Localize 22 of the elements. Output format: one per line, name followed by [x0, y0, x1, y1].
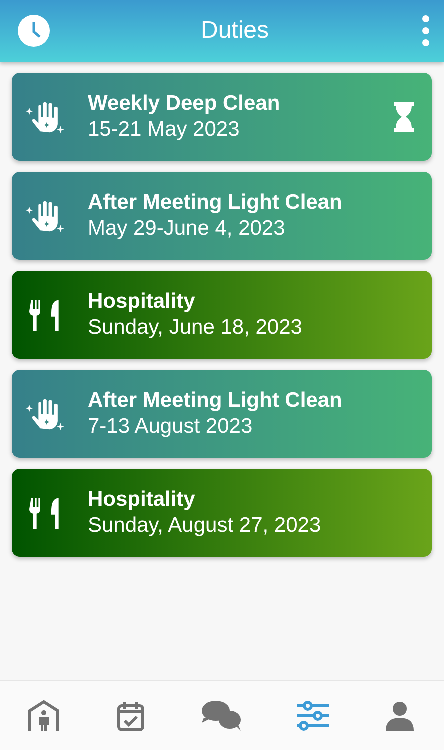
hourglass-icon	[392, 101, 416, 133]
more-vertical-icon	[420, 15, 432, 47]
more-menu-button[interactable]	[420, 15, 432, 47]
clock-icon	[18, 15, 50, 47]
duty-title: Hospitality	[88, 488, 196, 512]
history-button[interactable]	[18, 15, 50, 47]
duty-card[interactable]: Weekly Deep Clean 15-21 May 2023	[12, 73, 432, 161]
duty-card[interactable]: Hospitality Sunday, August 27, 2023	[12, 469, 432, 557]
duty-card[interactable]: Hospitality Sunday, June 18, 2023	[12, 271, 432, 359]
duty-title: Weekly Deep Clean	[88, 92, 282, 116]
app-title: Duties	[200, 17, 270, 45]
house-person-icon	[26, 698, 62, 734]
duty-title: After Meeting Light Clean	[88, 389, 344, 413]
duty-title: After Meeting Light Clean	[88, 191, 344, 215]
duty-card[interactable]: After Meeting Light Clean 7-13 August 2023	[12, 370, 432, 458]
duty-date: Sunday, August 27, 2023	[88, 514, 322, 538]
duty-date: 15-21 May 2023	[88, 118, 241, 142]
duty-card[interactable]: After Meeting Light Clean May 29-June 4, 2023	[12, 172, 432, 260]
duty-date: May 29-June 4, 2023	[88, 217, 286, 241]
duty-date: Sunday, June 18, 2023	[88, 316, 304, 340]
duty-date: 7-13 August 2023	[88, 415, 254, 439]
duty-title: Hospitality	[88, 290, 196, 314]
